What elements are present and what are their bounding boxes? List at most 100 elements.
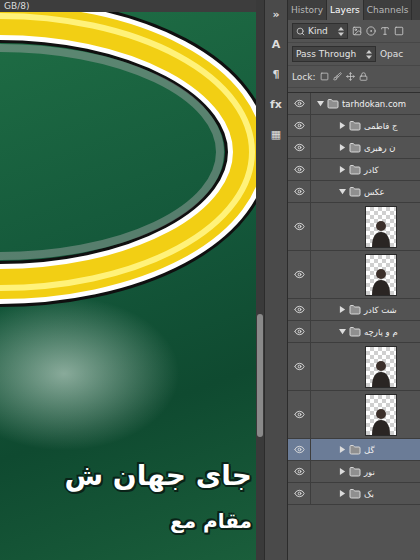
- eye-icon: [294, 221, 305, 232]
- visibility-toggle[interactable]: [288, 439, 311, 460]
- folder-icon: [349, 304, 361, 316]
- visibility-toggle[interactable]: [288, 137, 311, 158]
- panel-tab[interactable]: Layers: [327, 0, 364, 20]
- disclosure-arrow-icon[interactable]: [339, 490, 346, 497]
- folder-icon: [349, 142, 361, 154]
- layer-content: عکس: [311, 181, 420, 202]
- layer-name: بک: [364, 489, 374, 499]
- layer-content: شت کادر: [311, 299, 420, 320]
- visibility-toggle[interactable]: [288, 93, 311, 114]
- panel-strip: » A ¶ fx ▦: [264, 0, 288, 560]
- panel-strip-button[interactable]: ¶: [268, 66, 284, 82]
- layer-row[interactable]: بک: [288, 483, 420, 505]
- panel-strip-button[interactable]: »: [268, 6, 284, 22]
- dropdown-arrows-icon: [366, 50, 372, 59]
- lock-row: Lock:: [288, 66, 420, 88]
- layer-content: گل: [311, 439, 420, 460]
- disclosure-arrow-icon[interactable]: [317, 100, 324, 107]
- layer-row[interactable]: نور: [288, 461, 420, 483]
- disclosure-arrow-icon[interactable]: [339, 144, 346, 151]
- layer-thumbnail: [365, 254, 397, 296]
- layers-panel: HistoryLayersChannels Kind Pass Through Opa…: [288, 0, 420, 560]
- lock-all-icon[interactable]: [359, 72, 368, 81]
- canvas-text: مقام مع: [0, 508, 252, 534]
- blend-mode-dropdown[interactable]: Pass Through: [292, 46, 376, 62]
- layer-content: tarhdokan.com: [311, 93, 420, 114]
- visibility-toggle[interactable]: [288, 181, 311, 202]
- disclosure-arrow-icon[interactable]: [339, 166, 346, 173]
- layer-row[interactable]: tarhdokan.com: [288, 93, 420, 115]
- lock-pixels-icon[interactable]: [333, 72, 342, 81]
- eye-icon: [294, 98, 305, 109]
- layer-name: م و پارچه: [364, 327, 398, 337]
- disclosure-arrow-icon[interactable]: [339, 468, 346, 475]
- layer-row[interactable]: [288, 251, 420, 299]
- disclosure-arrow-icon[interactable]: [339, 306, 346, 313]
- canvas[interactable]: جای جهان شمقام مع: [0, 12, 256, 560]
- eye-icon: [294, 466, 305, 477]
- panel-tab[interactable]: Channels: [364, 0, 413, 20]
- pixel-filter-icon[interactable]: [352, 26, 362, 36]
- layer-row[interactable]: گل: [288, 439, 420, 461]
- folder-icon: [349, 120, 361, 132]
- layer-thumbnail: [365, 346, 397, 388]
- visibility-toggle[interactable]: [288, 203, 311, 250]
- eye-icon: [294, 186, 305, 197]
- filter-dropdown[interactable]: Kind: [292, 23, 348, 39]
- opacity-label: Opac: [380, 49, 403, 59]
- type-filter-icon[interactable]: [380, 26, 390, 36]
- eye-icon: [294, 269, 305, 280]
- layer-content: نور: [311, 461, 420, 482]
- layer-row[interactable]: [288, 343, 420, 391]
- visibility-toggle[interactable]: [288, 251, 311, 298]
- document-tab[interactable]: GB/8): [0, 0, 256, 12]
- blend-row: Pass Through Opac: [288, 43, 420, 66]
- layer-row[interactable]: شت کادر: [288, 299, 420, 321]
- layer-content: ن رهبری: [311, 137, 420, 158]
- folder-icon: [349, 488, 361, 500]
- visibility-toggle[interactable]: [288, 115, 311, 136]
- visibility-toggle[interactable]: [288, 321, 311, 342]
- eye-icon: [294, 164, 305, 175]
- layer-row[interactable]: عکس: [288, 181, 420, 203]
- layer-row[interactable]: کادر: [288, 159, 420, 181]
- photoshop-window: GB/8)جای جهان شمقام مع»A¶fx▦HistoryLayer…: [0, 0, 420, 560]
- scrollbar-thumb[interactable]: [257, 314, 263, 436]
- visibility-toggle[interactable]: [288, 483, 311, 504]
- layer-content: [311, 251, 420, 298]
- layer-row[interactable]: م و پارچه: [288, 321, 420, 343]
- visibility-toggle[interactable]: [288, 343, 311, 390]
- shape-filter-icon[interactable]: [394, 26, 404, 36]
- panel-tab[interactable]: History: [288, 0, 327, 20]
- lock-transparency-icon[interactable]: [320, 72, 329, 81]
- visibility-toggle[interactable]: [288, 391, 311, 438]
- folder-icon: [349, 444, 361, 456]
- layer-name: کادر: [364, 165, 379, 175]
- lock-position-icon[interactable]: [346, 72, 355, 81]
- eye-icon: [294, 304, 305, 315]
- eye-icon: [294, 120, 305, 131]
- disclosure-arrow-icon[interactable]: [339, 122, 346, 129]
- layer-row[interactable]: ن رهبری: [288, 137, 420, 159]
- panel-strip-button[interactable]: ▦: [268, 126, 284, 142]
- layer-content: [311, 203, 420, 250]
- panel-strip-button[interactable]: fx: [268, 96, 284, 112]
- folder-icon: [327, 98, 339, 110]
- folder-icon: [349, 466, 361, 478]
- disclosure-arrow-icon[interactable]: [339, 188, 346, 195]
- canvas-scrollbar[interactable]: [256, 0, 264, 560]
- layer-row[interactable]: ج فاطمی: [288, 115, 420, 137]
- layer-row[interactable]: [288, 203, 420, 251]
- adjustment-filter-icon[interactable]: [366, 26, 376, 36]
- layer-row[interactable]: [288, 391, 420, 439]
- visibility-toggle[interactable]: [288, 159, 311, 180]
- visibility-toggle[interactable]: [288, 461, 311, 482]
- layer-name: گل: [364, 445, 374, 455]
- disclosure-arrow-icon[interactable]: [339, 328, 346, 335]
- layer-list: tarhdokan.comج فاطمین رهبری کادر عکس شت کاد…: [288, 92, 420, 505]
- disclosure-arrow-icon[interactable]: [339, 446, 346, 453]
- panel-strip-button[interactable]: A: [268, 36, 284, 52]
- visibility-toggle[interactable]: [288, 299, 311, 320]
- layer-content: [311, 343, 420, 390]
- layer-name: نور: [364, 467, 375, 477]
